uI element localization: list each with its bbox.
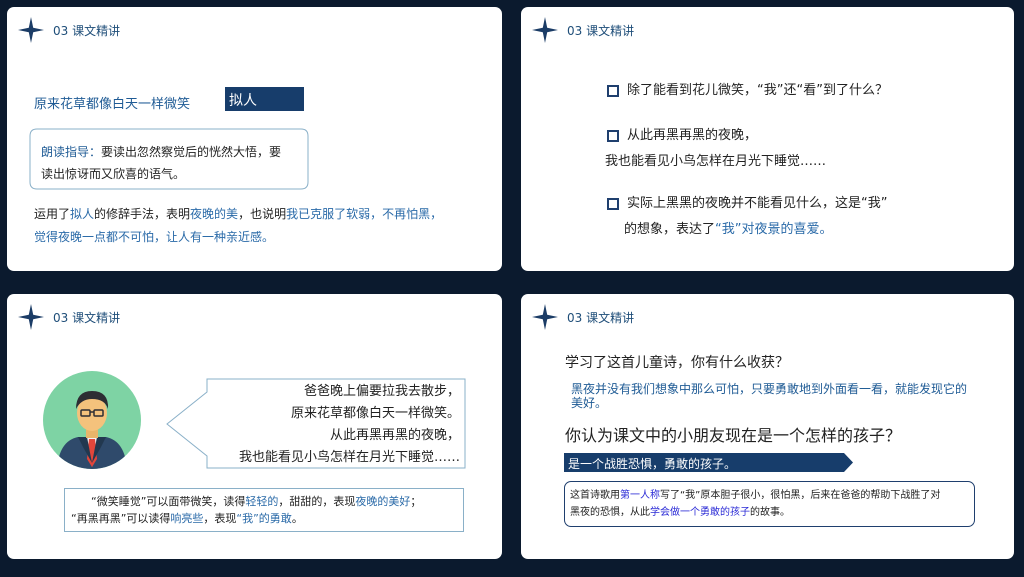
question-1: 除了能看到花儿微笑，“我”还“看”到了什么？ [607, 79, 888, 98]
tag-label: 拟人 [225, 87, 304, 111]
question-text: 的想象，表达了 [624, 222, 716, 237]
highlight: 第一人称 [620, 490, 660, 501]
answer-harvest: 黑夜并没有我们想象中那么可怕，只要勇敢地到外面看一看，就能发现它的美好。 [571, 382, 968, 410]
question-2: 从此再黑再黑的夜晚， 我也能看见小鸟怎样在月光下睡觉…… [605, 123, 827, 175]
text: 的故事。 [750, 507, 790, 518]
square-bullet-icon [607, 129, 619, 142]
star-icon [531, 303, 559, 331]
text: 黑夜的恐惧，从此 [570, 507, 650, 518]
slide-header: 03 课文精讲 [531, 304, 634, 330]
key-sentence: 原来花草都像白天一样微笑 [34, 97, 191, 112]
text: ，甜甜的，表现 [278, 495, 356, 508]
text: “微笑睡觉”可以面带微笑，读得 [91, 495, 246, 508]
slide-header: 03 课文精讲 [531, 17, 634, 43]
analysis-paragraph: 运用了拟人的修辞手法，表明夜晚的美，也说明我已克服了软弱，不再怕黑， 觉得夜晚一… [34, 203, 442, 249]
text: 。 [291, 512, 303, 525]
text: 运用了 [34, 207, 71, 221]
poem-lines: 爸爸晚上偏要拉我去散步， 原来花草都像白天一样微笑。 从此再黑再黑的夜晚， 我也… [239, 381, 460, 469]
tag-text: 拟人 [229, 93, 257, 109]
guide-text: 要读出忽然察觉后的恍然大悟，要 [101, 145, 282, 159]
square-bullet-icon [607, 84, 619, 97]
highlight: 夜晚的美 [190, 207, 239, 221]
guide-label: 朗读指导： [41, 145, 102, 159]
poem-line: 我也能看见小鸟怎样在月光下睡觉…… [238, 450, 460, 465]
answer-banner-text: 是一个战胜恐惧，勇敢的孩子。 [568, 457, 737, 471]
section-title: 03 课文精讲 [567, 23, 635, 38]
slide-1: 03 课文精讲 原来花草都像白天一样微笑 拟人 朗读指导：要读出忽然察觉后的恍然… [7, 7, 502, 271]
reading-guide-box: 朗读指导：要读出忽然察觉后的恍然大悟，要 读出惊讶而又欣喜的语气。 [29, 128, 309, 190]
highlight: 拟人 [70, 207, 95, 221]
star-icon [531, 16, 559, 44]
poem-line: 爸爸晚上偏要拉我去散步， [303, 384, 460, 399]
text: ，也说明 [238, 207, 287, 221]
slide-3: 03 课文精讲 爸爸晚上偏要拉我去散步， 原来花草都像白天一样微笑。 从此再黑再… [7, 294, 502, 559]
square-bullet-icon [607, 197, 619, 210]
slide-header: 03 课文精讲 [17, 17, 120, 43]
father-avatar [43, 371, 141, 469]
text: ； [410, 495, 422, 508]
highlight: 我已克服了软弱，不再怕黑， [286, 207, 443, 221]
question-text: 从此再黑再黑的夜晚， [627, 128, 758, 143]
text: 的修辞手法，表明 [94, 207, 191, 221]
question-text: 除了能看到花儿微笑，“我”还“看”到了什么？ [627, 83, 888, 98]
highlight: “我”对夜景的喜爱。 [715, 222, 833, 237]
text: “再黑再黑”可以读得 [71, 512, 171, 525]
poem-line: 从此再黑再黑的夜晚， [329, 428, 460, 443]
question-3: 实际上黑黑的夜晚并不能看见什么，这是“我” 的想象，表达了“我”对夜景的喜爱。 [607, 191, 887, 243]
question-text: 实际上黑黑的夜晚并不能看见什么，这是“我” [627, 196, 888, 211]
highlight: 轻轻的 [245, 495, 279, 508]
highlight: 夜晚的美好 [355, 495, 411, 508]
section-title: 03 课文精讲 [567, 310, 635, 325]
reading-note-box: “微笑睡觉”可以面带微笑，读得轻轻的，甜甜的，表现夜晚的美好； “再黑再黑”可以… [64, 488, 464, 532]
text: 写了“我”原本胆子很小，很怕黑，后来在爸爸的帮助下战胜了对 [660, 490, 941, 501]
highlight: 学会做一个勇敢的孩子 [650, 507, 750, 518]
section-title: 03 课文精讲 [53, 310, 121, 325]
highlight: “我”的勇敢 [236, 512, 292, 525]
text: ，表现 [203, 512, 237, 525]
summary-box: 这首诗歌用第一人称写了“我”原本胆子很小，很怕黑，后来在爸爸的帮助下战胜了对 黑… [564, 481, 975, 527]
slide-header: 03 课文精讲 [17, 304, 120, 330]
question-child: 你认为课文中的小朋友现在是一个怎样的孩子？ [565, 426, 902, 445]
slide-4: 03 课文精讲 学习了这首儿童诗，你有什么收获？ 黑夜并没有我们想象中那么可怕，… [521, 294, 1014, 559]
star-icon [17, 303, 45, 331]
star-icon [17, 16, 45, 44]
question-text: 我也能看见小鸟怎样在月光下睡觉…… [605, 154, 827, 169]
section-title: 03 课文精讲 [53, 23, 121, 38]
highlight: 觉得夜晚一点都不可怕，让人有一种亲近感。 [34, 230, 275, 244]
slide-2: 03 课文精讲 除了能看到花儿微笑，“我”还“看”到了什么？ 从此再黑再黑的夜晚… [521, 7, 1014, 271]
poem-line: 原来花草都像白天一样微笑。 [290, 406, 460, 421]
highlight: 响亮些 [170, 512, 204, 525]
question-harvest: 学习了这首儿童诗，你有什么收获？ [565, 355, 789, 371]
guide-text-2: 读出惊讶而又欣喜的语气。 [41, 167, 186, 181]
text: 这首诗歌用 [570, 490, 620, 501]
